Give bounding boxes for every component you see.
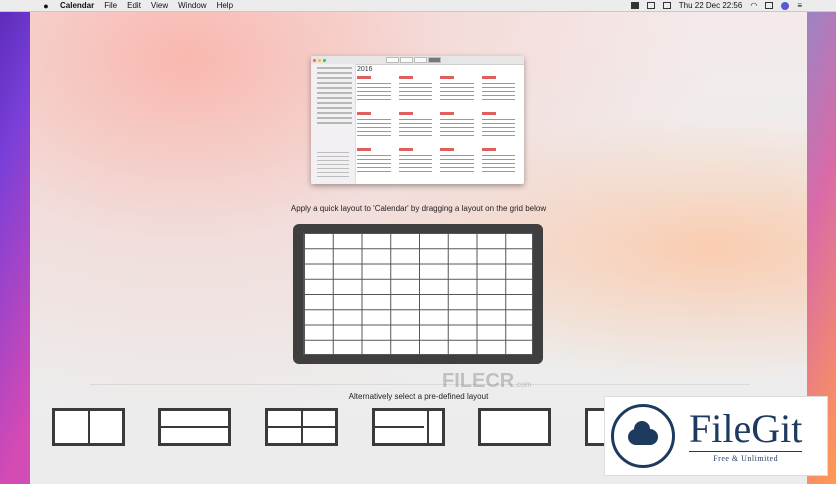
view-segments bbox=[386, 57, 441, 63]
menu-window[interactable]: Window bbox=[178, 1, 206, 10]
filegit-badge: FileGit Free & Unlimited bbox=[604, 396, 828, 476]
quick-layout-instruction: Apply a quick layout to 'Calendar' by dr… bbox=[290, 204, 547, 213]
menu-file[interactable]: File bbox=[104, 1, 117, 10]
layout-grid-frame bbox=[293, 224, 543, 364]
list-icon[interactable] bbox=[662, 2, 671, 9]
calendar-window-preview: 2016 bbox=[311, 56, 524, 184]
cloud-logo-icon bbox=[611, 404, 675, 468]
watermark-suffix: .com bbox=[514, 380, 532, 389]
apple-icon[interactable]: ● bbox=[40, 0, 52, 11]
zoom-icon bbox=[323, 58, 326, 62]
close-icon bbox=[313, 58, 316, 62]
display-icon[interactable] bbox=[646, 2, 655, 9]
menu-app-name[interactable]: Calendar bbox=[60, 1, 94, 10]
layout-halves-horizontal-button[interactable] bbox=[158, 408, 231, 446]
clock[interactable]: Thu 22 Dec 22:56 bbox=[679, 1, 743, 10]
user-icon[interactable] bbox=[765, 2, 774, 9]
preview-month-grid bbox=[357, 76, 521, 182]
mini-month bbox=[317, 150, 349, 180]
watermark: FILECR.com bbox=[442, 370, 532, 393]
menu-view[interactable]: View bbox=[151, 1, 168, 10]
menu-help[interactable]: Help bbox=[217, 1, 233, 10]
layout-three-columns-split-button[interactable] bbox=[372, 408, 445, 446]
wifi-icon[interactable]: ◠ bbox=[750, 1, 757, 10]
menu-bar: ● Calendar File Edit View Window Help Th… bbox=[0, 0, 836, 12]
divider bbox=[90, 384, 750, 385]
layout-halves-vertical-button[interactable] bbox=[52, 408, 125, 446]
badge-name: FileGit bbox=[689, 406, 803, 451]
notification-center-icon[interactable]: ≡ bbox=[797, 1, 802, 10]
watermark-text: FILECR bbox=[442, 370, 515, 392]
layout-quarters-button[interactable] bbox=[265, 408, 338, 446]
layout-status-icon[interactable] bbox=[630, 2, 639, 9]
minimize-icon bbox=[318, 58, 321, 62]
preview-year: 2016 bbox=[357, 66, 373, 73]
menu-edit[interactable]: Edit bbox=[127, 1, 141, 10]
layout-full-screen-button[interactable] bbox=[478, 408, 551, 446]
layout-grid[interactable] bbox=[303, 233, 533, 355]
siri-icon[interactable] bbox=[781, 1, 790, 10]
badge-tagline: Free & Unlimited bbox=[689, 451, 803, 463]
preview-sidebar bbox=[311, 64, 356, 184]
